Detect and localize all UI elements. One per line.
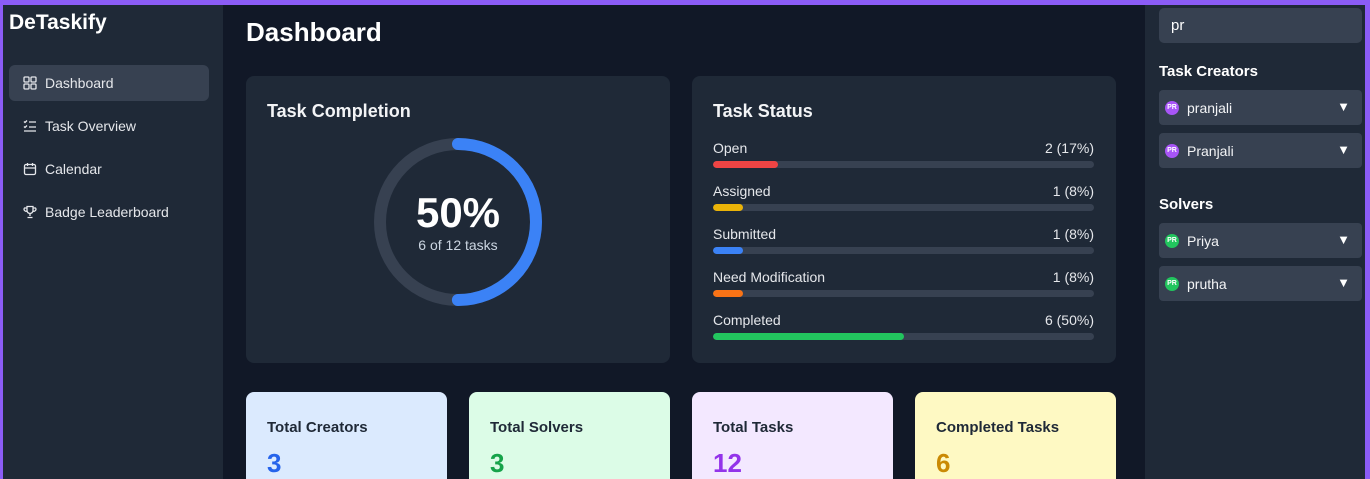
card-title: Task Completion	[267, 101, 411, 121]
sidebar-item-label: Task Overview	[45, 118, 137, 134]
status-label: Completed	[713, 312, 781, 328]
avatar: PR	[1165, 100, 1179, 115]
caret-down-icon: ▼	[1337, 275, 1350, 290]
sidebar-item-task-overview[interactable]: Task Overview	[9, 108, 209, 144]
sidebar-item-badge-leaderboard[interactable]: Badge Leaderboard	[9, 194, 209, 230]
trophy-icon	[23, 205, 37, 219]
stat-value: 12	[713, 448, 742, 478]
stat-value: 3	[490, 448, 505, 478]
caret-down-icon: ▼	[1337, 232, 1350, 247]
stat-label: Total Solvers	[490, 419, 584, 436]
stat-card-total-creators: Total Creators 3	[246, 392, 447, 479]
solver-name: prutha	[1187, 275, 1227, 292]
task-completion-card: Task Completion 50% 6 of 12 tasks	[246, 76, 670, 363]
status-row-completed: Completed 6 (50%)	[713, 312, 1094, 340]
status-label: Need Modification	[713, 269, 826, 285]
grid-icon	[23, 76, 37, 90]
status-bar-track	[713, 161, 1094, 168]
status-row-submitted: Submitted 1 (8%)	[713, 226, 1094, 254]
task-creators-heading: Task Creators	[1159, 63, 1258, 80]
search-input[interactable]	[1159, 8, 1362, 43]
status-label: Open	[713, 140, 748, 156]
solver-dropdown-priya[interactable]: PR Priya ▼	[1159, 223, 1362, 258]
completion-subtitle: 6 of 12 tasks	[418, 237, 498, 253]
status-value: 1 (8%)	[1052, 226, 1094, 242]
stat-label: Total Tasks	[713, 419, 794, 436]
creator-dropdown-pranjali[interactable]: PR pranjali ▼	[1159, 90, 1362, 125]
status-bar-fill	[713, 161, 778, 168]
creator-name: Pranjali	[1187, 142, 1234, 159]
donut-center: 50% 6 of 12 tasks	[372, 136, 544, 308]
status-row-open: Open 2 (17%)	[713, 140, 1094, 168]
stat-card-total-solvers: Total Solvers 3	[469, 392, 670, 479]
creator-dropdown-pranjali-2[interactable]: PR Pranjali ▼	[1159, 133, 1362, 168]
status-bar-fill	[713, 247, 744, 254]
sidebar-item-label: Calendar	[45, 161, 102, 177]
filter-panel: Task Creators PR pranjali ▼ PR Pranjali …	[1145, 5, 1365, 479]
status-value: 2 (17%)	[1044, 140, 1094, 156]
creator-name: pranjali	[1187, 99, 1233, 116]
status-value: 6 (50%)	[1044, 312, 1094, 328]
status-bar-fill	[713, 290, 744, 297]
stat-value: 3	[267, 448, 282, 478]
avatar: PR	[1165, 143, 1179, 158]
page-title: Dashboard	[246, 17, 382, 47]
task-status-card: Task Status Open 2 (17%) Assigned 1 (8%)…	[692, 76, 1116, 363]
list-icon	[23, 119, 37, 133]
status-row-assigned: Assigned 1 (8%)	[713, 183, 1094, 211]
status-bar-track	[713, 333, 1094, 340]
status-value: 1 (8%)	[1052, 183, 1094, 199]
stat-label: Total Creators	[267, 419, 368, 436]
card-title: Task Status	[713, 101, 813, 121]
brand-logo: DeTaskify	[9, 11, 107, 34]
status-label: Assigned	[713, 183, 771, 199]
calendar-icon	[23, 162, 37, 176]
avatar: PR	[1165, 233, 1179, 248]
main-content: Dashboard Task Completion 50% 6 of 12 ta…	[223, 5, 1145, 479]
status-bar-track	[713, 204, 1094, 211]
status-label: Submitted	[713, 226, 777, 242]
solver-name: Priya	[1187, 232, 1219, 249]
stat-card-completed-tasks: Completed Tasks 6	[915, 392, 1116, 479]
completion-percent: 50%	[415, 189, 501, 236]
stat-label: Completed Tasks	[936, 419, 1060, 436]
stat-card-total-tasks: Total Tasks 12	[692, 392, 893, 479]
sidebar-item-calendar[interactable]: Calendar	[9, 151, 209, 187]
status-bar-fill	[713, 333, 904, 340]
status-bar-track	[713, 247, 1094, 254]
status-bar-track	[713, 290, 1094, 297]
sidebar-item-dashboard[interactable]: Dashboard	[9, 65, 209, 101]
sidebar-item-label: Dashboard	[45, 75, 114, 91]
avatar: PR	[1165, 276, 1179, 291]
caret-down-icon: ▼	[1337, 99, 1350, 114]
status-bar-fill	[713, 204, 744, 211]
status-row-need-modification: Need Modification 1 (8%)	[713, 269, 1094, 297]
app-window: DeTaskify Dashboard Task Overview Calend…	[3, 5, 1365, 479]
status-value: 1 (8%)	[1052, 269, 1094, 285]
caret-down-icon: ▼	[1337, 142, 1350, 157]
sidebar-item-label: Badge Leaderboard	[45, 204, 169, 220]
solvers-heading: Solvers	[1159, 196, 1214, 213]
sidebar: DeTaskify Dashboard Task Overview Calend…	[3, 5, 223, 479]
stat-value: 6	[936, 448, 951, 478]
solver-dropdown-prutha[interactable]: PR prutha ▼	[1159, 266, 1362, 301]
